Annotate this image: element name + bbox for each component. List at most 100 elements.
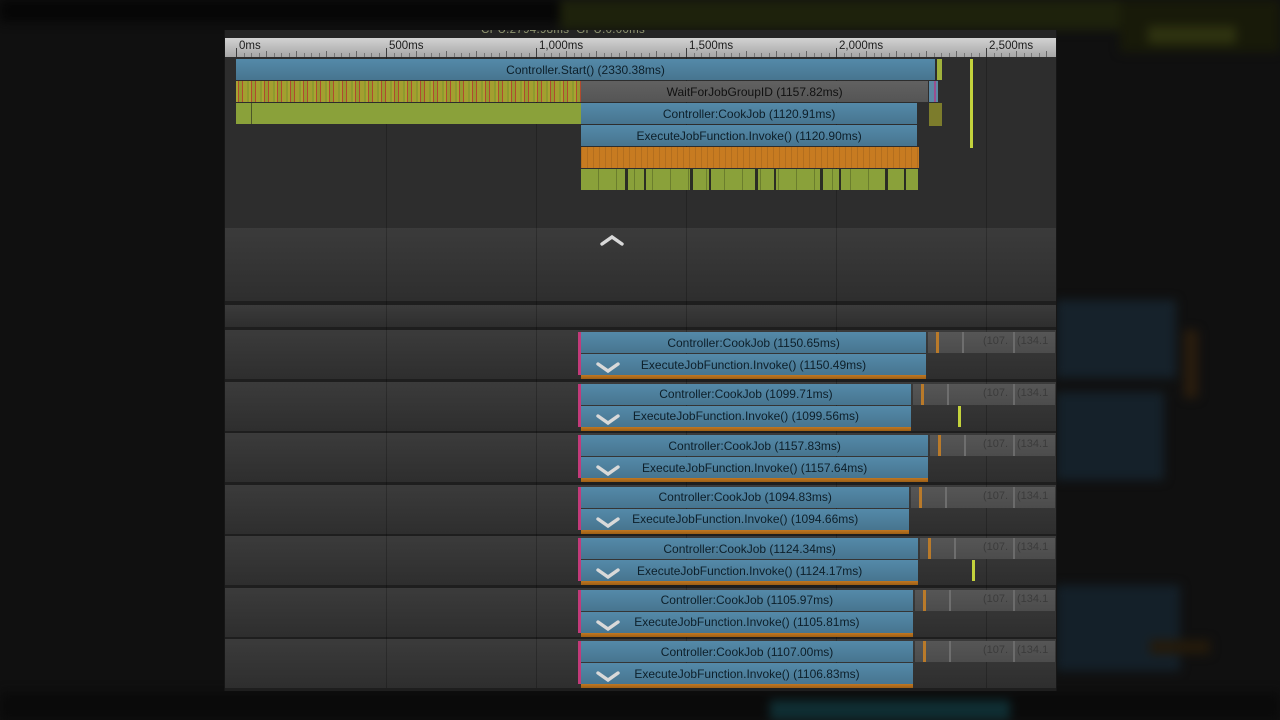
sample-bar-label: ExecuteJobFunction.Invoke() (1157.64ms)	[642, 461, 867, 475]
marker-tick-yellow	[958, 406, 961, 427]
selection-sliver-magenta	[578, 590, 581, 633]
timeline-sample-bar-unlabeled[interactable]	[581, 147, 919, 168]
timeline-sample-bar-unlabeled[interactable]	[236, 103, 581, 124]
timeline-sample-bar[interactable]: WaitForJobGroupID (1157.82ms)	[581, 81, 928, 102]
worker-cookjob-bar[interactable]: Controller:CookJob (1157.83ms)	[581, 435, 928, 456]
ruler-tick	[986, 48, 987, 57]
ruler-tick	[536, 48, 537, 57]
profiler-timeline-panel: CPU:2794.98ms GPU:0.00ms 0ms500ms1,000ms…	[224, 30, 1057, 691]
sample-bar-label: Controller:CookJob (1124.34ms)	[663, 542, 836, 556]
sample-bar-label: Controller.Start() (2330.38ms)	[506, 63, 665, 77]
ruler-tick-label: 0ms	[239, 40, 261, 52]
sample-bar-label: Controller:CookJob (1107.00ms)	[661, 645, 834, 659]
overflow-job-label: (107.	[983, 335, 1008, 347]
sample-bar-label: ExecuteJobFunction.Invoke() (1106.83ms)	[634, 667, 859, 681]
overflow-tick-orange	[923, 641, 926, 662]
worker-cookjob-bar[interactable]: Controller:CookJob (1099.71ms)	[581, 384, 911, 405]
selection-sliver-magenta	[578, 332, 581, 375]
overflow-tick-light	[949, 590, 951, 611]
sample-bar-label: ExecuteJobFunction.Invoke() (1120.90ms)	[637, 129, 862, 143]
selection-sliver-magenta	[578, 538, 581, 581]
chevron-down-icon[interactable]	[595, 515, 621, 535]
chevron-down-icon[interactable]	[595, 463, 621, 483]
ruler-tick	[236, 48, 237, 57]
overflow-segment-divider	[1013, 538, 1015, 559]
overflow-tick-orange	[936, 332, 939, 353]
worker-invoke-bar[interactable]: ExecuteJobFunction.Invoke() (1105.81ms)	[581, 612, 913, 633]
worker-substripe-orange	[581, 478, 928, 482]
backdrop-blue-2	[1056, 392, 1164, 480]
sample-bar-label: ExecuteJobFunction.Invoke() (1150.49ms)	[641, 358, 866, 372]
empty-thread-lane	[225, 228, 1056, 301]
worker-invoke-bar[interactable]: ExecuteJobFunction.Invoke() (1094.66ms)	[581, 509, 909, 530]
chevron-down-icon[interactable]	[595, 412, 621, 432]
overflow-job-label: (107.	[983, 644, 1008, 656]
overflow-tick-light	[945, 487, 947, 508]
worker-invoke-bar[interactable]: ExecuteJobFunction.Invoke() (1124.17ms)	[581, 560, 918, 581]
overflow-job-label: (134.1	[1017, 387, 1048, 399]
overflow-job-label: (107.	[983, 593, 1008, 605]
overflow-job-label: (134.1	[1017, 438, 1048, 450]
sample-bar-label: ExecuteJobFunction.Invoke() (1094.66ms)	[632, 512, 858, 526]
overflow-segment-divider	[1013, 590, 1015, 611]
chevron-down-icon[interactable]	[595, 360, 621, 380]
overflow-segment-divider	[1013, 487, 1015, 508]
overflow-segment-divider	[1013, 384, 1015, 405]
overflow-tick-light	[964, 435, 966, 456]
worker-cookjob-bar[interactable]: Controller:CookJob (1107.00ms)	[581, 641, 913, 662]
worker-invoke-bar[interactable]: ExecuteJobFunction.Invoke() (1106.83ms)	[581, 663, 913, 684]
chevron-up-icon[interactable]	[599, 233, 625, 253]
worker-invoke-bar[interactable]: ExecuteJobFunction.Invoke() (1099.56ms)	[581, 406, 911, 427]
worker-cookjob-bar[interactable]: Controller:CookJob (1094.83ms)	[581, 487, 909, 508]
overflow-job-label: (134.1	[1017, 490, 1048, 502]
sample-bar-label: Controller:CookJob (1120.91ms)	[663, 107, 836, 121]
overflow-job-label: (107.	[983, 438, 1008, 450]
overflow-job-label: (134.1	[1017, 644, 1048, 656]
lane-separator	[225, 688, 1056, 691]
chevron-down-icon[interactable]	[595, 618, 621, 638]
chevron-down-icon[interactable]	[595, 669, 621, 689]
sample-block-olive	[929, 103, 942, 126]
overflow-segment-divider	[1013, 435, 1015, 456]
ruler-tick-label: 1,500ms	[689, 40, 733, 52]
backdrop-teal-glow	[770, 700, 1010, 720]
timeline-sample-bar[interactable]: ExecuteJobFunction.Invoke() (1120.90ms)	[581, 125, 917, 146]
sample-bar-label: WaitForJobGroupID (1157.82ms)	[667, 85, 843, 99]
overflow-job-label: (107.	[983, 387, 1008, 399]
overflow-segment-divider	[1013, 641, 1015, 662]
time-ruler[interactable]: 0ms500ms1,000ms1,500ms2,000ms2,500ms	[225, 38, 1056, 58]
overflow-job-label: (134.1	[1017, 593, 1048, 605]
worker-invoke-bar[interactable]: ExecuteJobFunction.Invoke() (1150.49ms)	[581, 354, 926, 375]
worker-substripe-orange	[581, 684, 913, 688]
overflow-tick-orange	[938, 435, 941, 456]
frame-summary-strip: CPU:2794.98ms GPU:0.00ms	[225, 30, 1056, 38]
sample-divider	[251, 103, 252, 124]
chevron-down-icon[interactable]	[595, 566, 621, 586]
ruler-tick	[836, 48, 837, 57]
backdrop-blue-3	[1056, 585, 1180, 671]
sample-bar-label: Controller:CookJob (1105.97ms)	[661, 593, 834, 607]
overflow-tick-orange	[928, 538, 931, 559]
timeline-sample-bar-unlabeled[interactable]	[236, 81, 581, 102]
marker-line-yellow	[970, 59, 973, 148]
overflow-tick-light	[947, 384, 949, 405]
marker-tick-yellow	[972, 560, 975, 581]
worker-cookjob-bar[interactable]: Controller:CookJob (1150.65ms)	[581, 332, 926, 353]
timeline-sample-bar-unlabeled[interactable]	[581, 169, 918, 190]
overflow-tick-light	[949, 641, 951, 662]
ruler-tick-label: 500ms	[389, 40, 424, 52]
gridline-500ms	[386, 57, 387, 688]
overflow-tick-light	[954, 538, 956, 559]
worker-invoke-bar[interactable]: ExecuteJobFunction.Invoke() (1157.64ms)	[581, 457, 928, 478]
timeline-sample-bar[interactable]: Controller.Start() (2330.38ms)	[236, 59, 935, 80]
timeline-sample-bar[interactable]: Controller:CookJob (1120.91ms)	[581, 103, 917, 124]
worker-cookjob-bar[interactable]: Controller:CookJob (1124.34ms)	[581, 538, 918, 559]
backdrop-orange-smear-2	[1150, 640, 1210, 654]
ruler-tick-label: 2,000ms	[839, 40, 883, 52]
worker-cookjob-bar[interactable]: Controller:CookJob (1105.97ms)	[581, 590, 913, 611]
ruler-tick-label: 2,500ms	[989, 40, 1033, 52]
overflow-segment-divider	[1013, 332, 1015, 353]
sample-bar-label: ExecuteJobFunction.Invoke() (1124.17ms)	[637, 564, 862, 578]
selection-sliver-magenta	[578, 384, 581, 427]
backdrop-blue-1	[1056, 300, 1176, 378]
